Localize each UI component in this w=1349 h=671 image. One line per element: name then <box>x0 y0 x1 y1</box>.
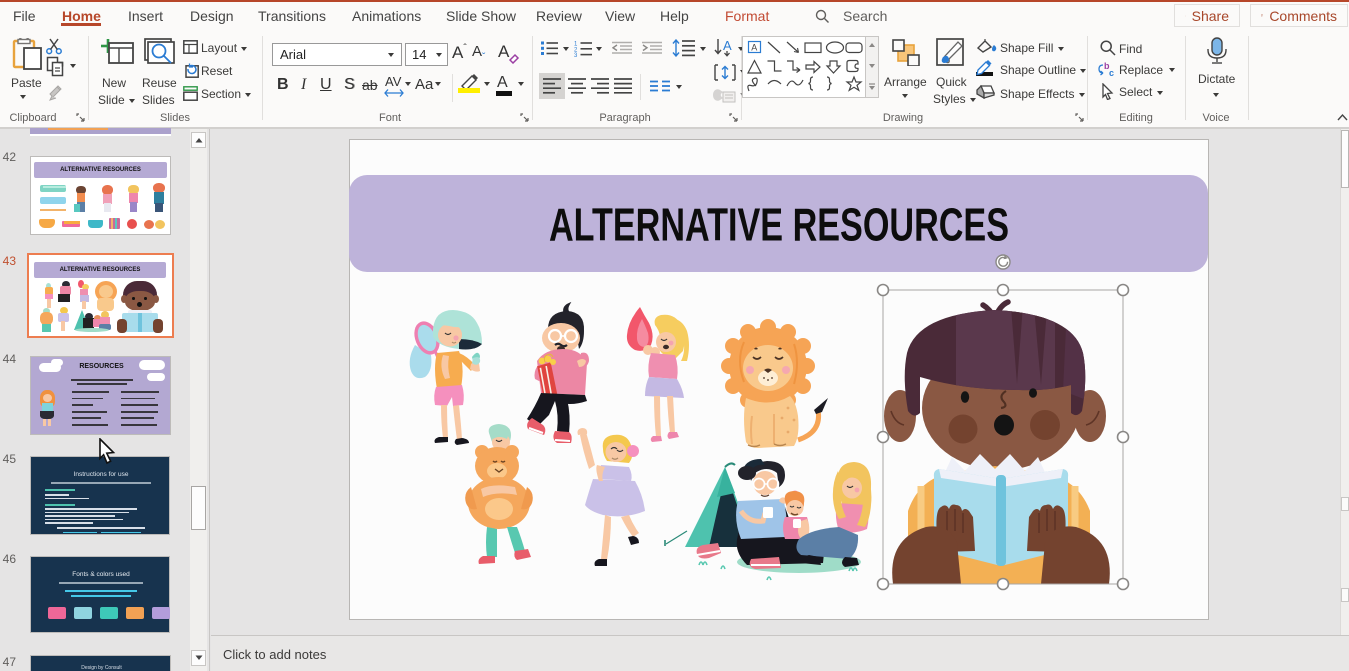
svg-text:A: A <box>723 38 732 53</box>
svg-text:3: 3 <box>574 53 578 57</box>
svg-text:c: c <box>1109 68 1114 78</box>
svg-text:A: A <box>751 43 757 53</box>
